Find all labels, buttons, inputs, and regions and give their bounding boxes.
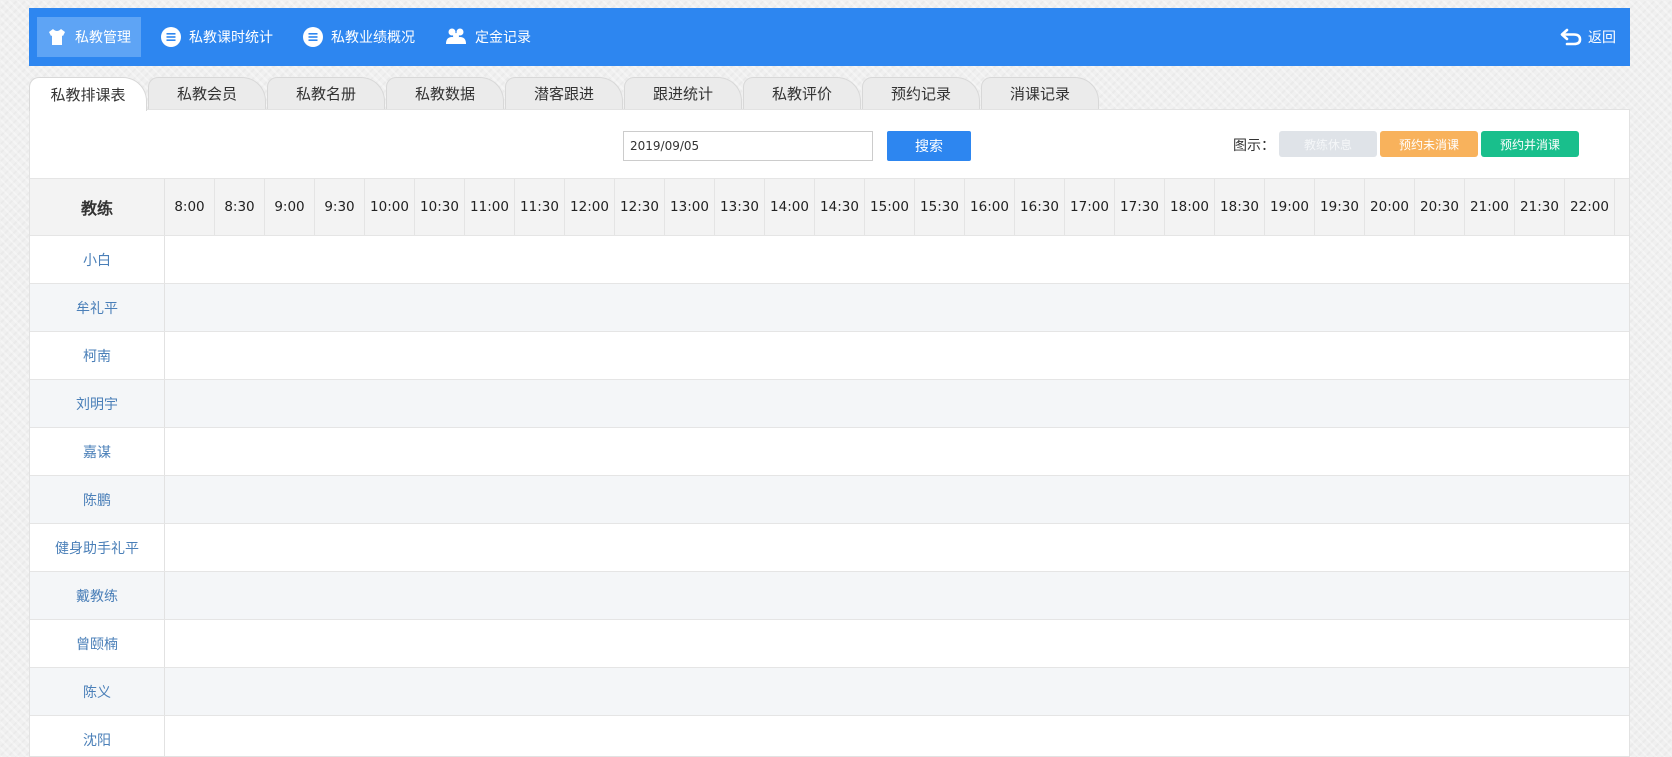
schedule-row: 沈阳 xyxy=(30,716,1629,756)
shirt-icon xyxy=(47,27,67,47)
schedule-row: 嘉谋 xyxy=(30,428,1629,476)
schedule-slots[interactable] xyxy=(165,236,1629,283)
tab-followup-stats[interactable]: 跟进统计 xyxy=(624,77,742,109)
nav-item-label: 私教管理 xyxy=(75,30,131,46)
schedule-row: 陈鹏 xyxy=(30,476,1629,524)
schedule-grid: 教练 8:00 8:30 9:00 9:30 10:00 10:30 11:00 11:30 1… xyxy=(30,178,1629,756)
tab-consumption-records[interactable]: 消课记录 xyxy=(981,77,1099,109)
schedule-slots[interactable] xyxy=(165,476,1629,523)
schedule-row: 戴教练 xyxy=(30,572,1629,620)
legend-label: 图示： xyxy=(1233,138,1275,154)
coach-name-link[interactable]: 戴教练 xyxy=(30,572,165,619)
time-slot-header: 12:30 xyxy=(615,179,665,235)
schedule-row: 刘明宇 xyxy=(30,380,1629,428)
time-slot-header: 11:30 xyxy=(515,179,565,235)
schedule-panel: 搜索 图示： 教练休息 预约未消课 预约并消课 教练 8:008:309:009… xyxy=(29,109,1630,757)
users-icon xyxy=(445,27,467,47)
tab-pt-data[interactable]: 私教数据 xyxy=(386,77,504,109)
tab-booking-records[interactable]: 预约记录 xyxy=(862,77,980,109)
back-arrow-icon xyxy=(1560,28,1582,46)
schedule-slots[interactable] xyxy=(165,284,1629,331)
time-slot-header: 21:00 xyxy=(1465,179,1515,235)
coach-name-link[interactable]: 陈鹏 xyxy=(30,476,165,523)
schedule-row: 牟礼平 xyxy=(30,284,1629,332)
time-slot-header: 14:00 xyxy=(765,179,815,235)
coach-name-link[interactable]: 曾颐楠 xyxy=(30,620,165,667)
coach-name-link[interactable]: 陈义 xyxy=(30,668,165,715)
coach-name-link[interactable]: 柯南 xyxy=(30,332,165,379)
coach-name-link[interactable]: 沈阳 xyxy=(30,716,165,756)
legend-coach-rest: 教练休息 xyxy=(1279,131,1377,157)
coach-name-link[interactable]: 嘉谋 xyxy=(30,428,165,475)
time-slot-header: 20:00 xyxy=(1365,179,1415,235)
time-slot-header: 10:00 xyxy=(365,179,415,235)
schedule-slots[interactable] xyxy=(165,332,1629,379)
time-slot-header: 17:00 xyxy=(1065,179,1115,235)
time-slot-header: 17:30 xyxy=(1115,179,1165,235)
tab-pt-reviews[interactable]: 私教评价 xyxy=(743,77,861,109)
schedule-slots[interactable] xyxy=(165,620,1629,667)
time-slot-header: 22:00 xyxy=(1565,179,1615,235)
time-slot-header: 20:30 xyxy=(1415,179,1465,235)
schedule-row: 曾颐楠 xyxy=(30,620,1629,668)
time-slot-header: 16:30 xyxy=(1015,179,1065,235)
schedule-row: 陈义 xyxy=(30,668,1629,716)
schedule-body: 小白 牟礼平 柯南 刘明宇 嘉谋 陈鹏 健身助手礼平 戴教练 曾颐楠 陈义 沈阳 xyxy=(30,236,1629,756)
time-slot-header: 19:30 xyxy=(1315,179,1365,235)
schedule-slots[interactable] xyxy=(165,380,1629,427)
nav-item-pt-management[interactable]: 私教管理 xyxy=(37,17,141,57)
schedule-slots[interactable] xyxy=(165,572,1629,619)
tab-pt-roster[interactable]: 私教名册 xyxy=(267,77,385,109)
nav-item-pt-hours-stats[interactable]: 私教课时统计 xyxy=(151,17,283,57)
coach-name-link[interactable]: 刘明宇 xyxy=(30,380,165,427)
time-slot-header: 21:30 xyxy=(1515,179,1565,235)
time-slot-header: 18:00 xyxy=(1165,179,1215,235)
time-slot-header: 8:30 xyxy=(215,179,265,235)
tab-pt-schedule[interactable]: 私教排课表 xyxy=(29,77,147,111)
time-slot-header: 10:30 xyxy=(415,179,465,235)
time-slot-header: 15:30 xyxy=(915,179,965,235)
coach-name-link[interactable]: 健身助手礼平 xyxy=(30,524,165,571)
coach-name-link[interactable]: 小白 xyxy=(30,236,165,283)
nav-item-deposit-records[interactable]: 定金记录 xyxy=(435,17,541,57)
nav-item-label: 定金记录 xyxy=(475,30,531,46)
time-slot-header: 9:30 xyxy=(315,179,365,235)
top-nav-bar: 私教管理 私教课时统计 私教业绩概况 定金记录 返回 xyxy=(29,8,1630,66)
back-button[interactable]: 返回 xyxy=(1560,8,1616,66)
time-slot-header: 8:00 xyxy=(165,179,215,235)
nav-item-label: 私教业绩概况 xyxy=(331,30,415,46)
time-slot-header: 15:00 xyxy=(865,179,915,235)
time-slot-header: 18:30 xyxy=(1215,179,1265,235)
legend-booked-unconsumed: 预约未消课 xyxy=(1380,131,1478,157)
tab-bar: 私教排课表 私教会员 私教名册 私教数据 潜客跟进 跟进统计 私教评价 预约记录… xyxy=(29,77,1630,111)
back-button-label: 返回 xyxy=(1588,30,1616,46)
time-slot-header: 9:00 xyxy=(265,179,315,235)
time-slot-header: 16:00 xyxy=(965,179,1015,235)
list-icon xyxy=(161,27,181,47)
time-slot-header: 13:00 xyxy=(665,179,715,235)
coach-column-header: 教练 xyxy=(30,179,165,235)
time-slot-header: 11:00 xyxy=(465,179,515,235)
schedule-slots[interactable] xyxy=(165,428,1629,475)
schedule-row: 健身助手礼平 xyxy=(30,524,1629,572)
time-slot-header: 14:30 xyxy=(815,179,865,235)
nav-item-pt-performance[interactable]: 私教业绩概况 xyxy=(293,17,425,57)
schedule-slots[interactable] xyxy=(165,716,1629,756)
schedule-slots[interactable] xyxy=(165,524,1629,571)
legend-booked-consumed: 预约并消课 xyxy=(1481,131,1579,157)
coach-name-link[interactable]: 牟礼平 xyxy=(30,284,165,331)
schedule-row: 小白 xyxy=(30,236,1629,284)
date-input[interactable] xyxy=(623,131,873,161)
time-slot-header: 19:00 xyxy=(1265,179,1315,235)
nav-item-label: 私教课时统计 xyxy=(189,30,273,46)
schedule-slots[interactable] xyxy=(165,668,1629,715)
schedule-row: 柯南 xyxy=(30,332,1629,380)
time-slot-header: 13:30 xyxy=(715,179,765,235)
search-button[interactable]: 搜索 xyxy=(887,131,971,161)
tab-pt-members[interactable]: 私教会员 xyxy=(148,77,266,109)
schedule-header-row: 教练 8:00 8:30 9:00 9:30 10:00 10:30 11:00 11:30 1… xyxy=(30,178,1629,236)
list-icon xyxy=(303,27,323,47)
tab-prospect-followup[interactable]: 潜客跟进 xyxy=(505,77,623,109)
time-slot-header: 12:00 xyxy=(565,179,615,235)
